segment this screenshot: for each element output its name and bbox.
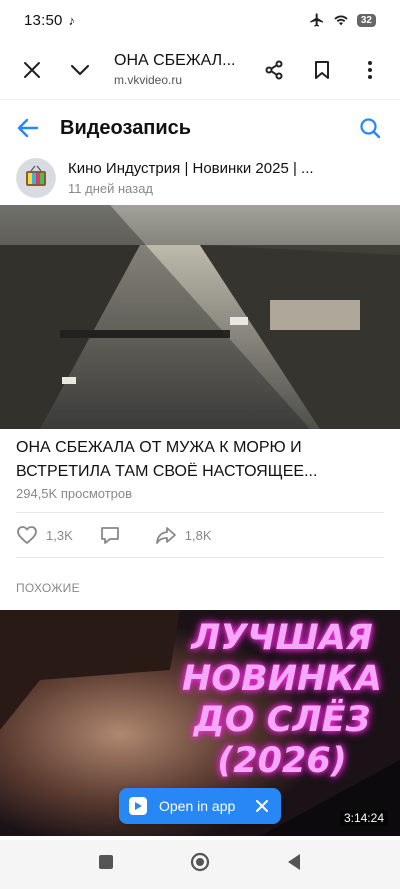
battery-indicator: 32 [356, 13, 376, 27]
close-icon [24, 61, 40, 78]
video-actions: 1,3K 1,8K [16, 512, 384, 558]
square-icon [99, 855, 113, 869]
arrow-left-icon [17, 118, 39, 138]
video-thumbnail-image [0, 205, 400, 429]
post-time: 11 дней назад [68, 181, 154, 196]
circle-icon [190, 852, 210, 872]
similar-section-label: ПОХОЖИЕ [16, 581, 80, 595]
back-nav-button[interactable] [286, 853, 302, 876]
search-button[interactable] [352, 110, 388, 146]
wifi-icon [334, 15, 348, 26]
system-nav-bar [0, 840, 400, 889]
similar-title-overlay: ЛУЧШАЯ НОВИНКА ДО СЛЁЗ (2026) [182, 618, 382, 782]
overlay-line-4: (2026) [217, 741, 347, 781]
open-in-app-label: Open in app [159, 798, 236, 814]
overlay-line-1: ЛУЧШАЯ [191, 618, 373, 658]
triangle-back-icon [288, 854, 300, 870]
more-menu-button[interactable] [346, 46, 394, 94]
close-banner-button[interactable] [253, 797, 271, 815]
tiktok-icon: ♪ [68, 12, 76, 28]
share-button[interactable] [250, 46, 298, 94]
comment-button[interactable] [99, 525, 129, 545]
author-avatar[interactable] [16, 158, 56, 198]
heart-icon [17, 526, 37, 544]
video-duration: 3:14:24 [339, 810, 388, 826]
vk-video-icon [129, 797, 147, 815]
likes-count: 1,3K [46, 527, 73, 543]
share-arrow-icon [155, 527, 176, 544]
video-title: ОНА СБЕЖАЛА ОТ МУЖА К МОРЮ И ВСТРЕТИЛА Т… [16, 436, 384, 484]
browser-url: m.vkvideo.ru [114, 73, 183, 87]
views-count: 294,5K просмотров [16, 486, 133, 501]
video-player[interactable] [0, 205, 400, 429]
video-title-line-2: ВСТРЕТИЛА ТАМ СВОЁ НАСТОЯЩЕЕ... [16, 463, 318, 480]
status-icons: 32 [309, 12, 376, 28]
comment-icon [100, 527, 119, 544]
bookmark-button[interactable] [298, 46, 346, 94]
bookmark-icon [315, 60, 329, 79]
page-header: Видеозапись [0, 104, 400, 152]
shares-count: 1,8K [184, 527, 212, 543]
airplane-icon [310, 13, 323, 27]
browser-toolbar: ОНА СБЕЖАЛ... m.vkvideo.ru [0, 40, 400, 100]
author-row[interactable]: Кино Индустрия | Новинки 2025 | ... 11 д… [16, 154, 384, 202]
overlay-line-2: НОВИНКА [182, 659, 383, 699]
home-button[interactable] [190, 852, 210, 877]
open-in-app-banner[interactable]: Open in app [119, 788, 281, 824]
overlay-line-3: ДО СЛЁЗ [193, 700, 371, 740]
search-icon [360, 118, 381, 139]
status-time: 13:50 [24, 11, 63, 29]
minimize-button[interactable] [56, 46, 104, 94]
recents-button[interactable] [98, 854, 114, 875]
close-icon [256, 800, 268, 812]
close-tab-button[interactable] [8, 46, 56, 94]
chevron-down-icon [70, 64, 90, 75]
tv-logo-icon [16, 158, 56, 198]
like-button[interactable]: 1,3K [16, 525, 73, 545]
page-title: Видеозапись [60, 116, 192, 139]
video-title-line-1: ОНА СБЕЖАЛА ОТ МУЖА К МОРЮ И [16, 439, 302, 456]
status-bar: 13:50 ♪ 32 [0, 0, 400, 40]
author-name[interactable]: Кино Индустрия | Новинки 2025 | ... [68, 160, 358, 177]
more-vertical-icon [368, 60, 372, 79]
back-button[interactable] [12, 112, 44, 144]
page-title-area[interactable]: ОНА СБЕЖАЛ... m.vkvideo.ru [104, 52, 250, 87]
browser-page-title: ОНА СБЕЖАЛ... [114, 52, 236, 69]
share-post-button[interactable]: 1,8K [155, 525, 212, 545]
share-icon [265, 60, 283, 79]
